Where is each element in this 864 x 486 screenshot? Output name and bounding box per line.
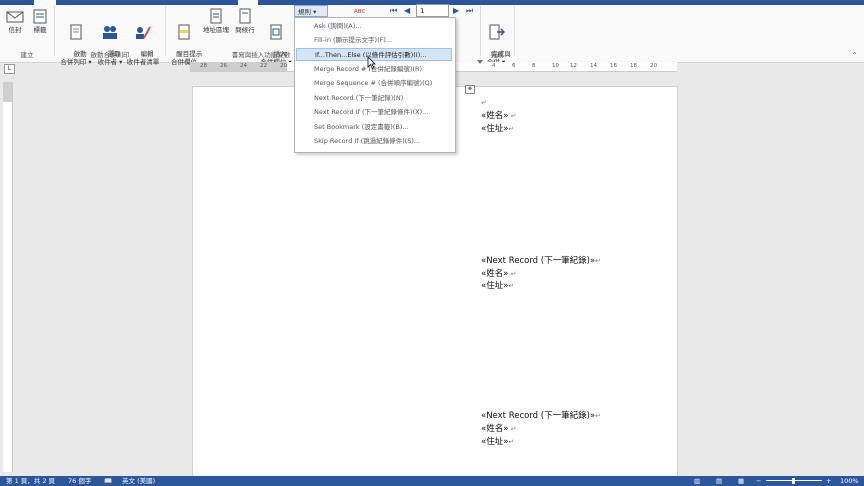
ruler-margin-top bbox=[3, 82, 12, 102]
ruler-tick: 24 bbox=[240, 63, 247, 69]
tab-selector[interactable]: L bbox=[4, 64, 15, 74]
rules-label: 規則 ▾ bbox=[298, 8, 317, 16]
highlight-icon bbox=[178, 24, 190, 40]
mouse-cursor-icon bbox=[367, 56, 376, 69]
print-layout-icon[interactable]: ▤ bbox=[716, 476, 722, 486]
greeting-line-button[interactable]: 問候行 bbox=[232, 8, 258, 34]
group-label-finish: 完成 bbox=[490, 51, 504, 59]
next-record-icon[interactable]: ▶ bbox=[453, 6, 459, 15]
ruler-tick: 12 bbox=[570, 63, 577, 69]
envelopes-button[interactable]: 信封 bbox=[4, 8, 26, 34]
record-number-input[interactable]: 1 bbox=[416, 4, 449, 17]
edit-recipients-button[interactable]: 編輯 收件者清單 bbox=[124, 8, 162, 74]
finish-merge-icon bbox=[489, 24, 505, 40]
envelopes-label: 信封 bbox=[8, 26, 22, 34]
group-label-start: 啟動合併列印 bbox=[90, 51, 130, 59]
address-block-label: 地址區塊 bbox=[203, 26, 229, 34]
zoom-level[interactable]: 100% bbox=[840, 476, 859, 486]
greeting-line-label: 問候行 bbox=[235, 26, 255, 34]
proofing-icon[interactable]: 📖 bbox=[104, 476, 112, 486]
zoom-out-icon[interactable]: − bbox=[756, 476, 761, 486]
labels-button[interactable]: 標籤 bbox=[29, 8, 51, 34]
page-count[interactable]: 第 1 頁，共 2 頁 bbox=[6, 476, 55, 486]
ruler-tick: 22 bbox=[260, 63, 267, 69]
merge-field-address[interactable]: «住址»↵ bbox=[481, 279, 514, 291]
preview-results-icon[interactable]: ABC bbox=[354, 9, 365, 15]
previous-record-icon[interactable]: ◀ bbox=[404, 6, 410, 15]
collapse-ribbon-icon[interactable]: ⌃ bbox=[851, 51, 858, 60]
next-record-field[interactable]: «Next Record (下一筆紀錄)»↵ bbox=[481, 409, 601, 421]
edit-list-icon bbox=[136, 26, 151, 39]
envelope-icon bbox=[6, 11, 24, 23]
menu-item-fill-in[interactable]: Fill-in (顯示提示文字)(F)... bbox=[296, 34, 452, 47]
group-divider bbox=[54, 6, 55, 56]
ruler-tick: 10 bbox=[552, 63, 559, 69]
word-count[interactable]: 76 個字 bbox=[68, 476, 91, 486]
ruler-tick: 18 bbox=[630, 63, 637, 69]
next-record-field[interactable]: «Next Record (下一筆紀錄)»↵ bbox=[481, 254, 601, 266]
menu-item-next-record[interactable]: Next Record (下一筆紀錄)(N) bbox=[296, 92, 452, 105]
ruler-tick: 14 bbox=[590, 63, 597, 69]
menu-item-set-bookmark[interactable]: Set Bookmark (設定書籤)(B)... bbox=[296, 121, 452, 134]
ruler-tick: 28 bbox=[200, 63, 207, 69]
read-mode-icon[interactable]: ▥ bbox=[694, 476, 700, 486]
status-bar: 第 1 頁，共 2 頁 76 個字 📖 英文 (美國) ▥ ▤ ▦ − + 10… bbox=[0, 476, 864, 486]
zoom-slider-thumb[interactable] bbox=[792, 478, 795, 484]
ruler-tick: 20 bbox=[280, 63, 287, 69]
merge-field-address[interactable]: «住址»↵ bbox=[481, 435, 514, 447]
people-icon bbox=[103, 26, 117, 39]
rules-dropdown-menu: Ask (詢問)(A)... Fill-in (顯示提示文字)(F)... If… bbox=[294, 17, 456, 153]
address-block-button[interactable]: 地址區塊 bbox=[200, 8, 232, 34]
web-layout-icon[interactable]: ▦ bbox=[738, 476, 744, 486]
menu-item-ask[interactable]: Ask (詢問)(A)... bbox=[296, 20, 452, 33]
ruler-tick: 8 bbox=[532, 63, 536, 69]
merge-field-address[interactable]: «住址»↵ bbox=[481, 122, 514, 134]
menu-item-skip-record-if[interactable]: Skip Record If (跳過紀錄條件)(S)... bbox=[296, 135, 452, 148]
group-label-create: 建立 bbox=[20, 51, 34, 59]
menu-item-merge-sequence[interactable]: Merge Sequence # (合併順序編號)(Q) bbox=[296, 77, 452, 90]
active-tab-2[interactable] bbox=[238, 0, 258, 5]
first-record-icon[interactable]: ⏮ bbox=[390, 6, 397, 16]
merge-field-name[interactable]: «姓名» ↵ bbox=[481, 267, 517, 279]
insert-field-icon bbox=[270, 24, 282, 40]
vertical-ruler[interactable] bbox=[3, 82, 13, 472]
ruler-tick: 16 bbox=[610, 63, 617, 69]
select-recipients-button[interactable]: 選取 收件者 ▾ bbox=[92, 8, 128, 74]
ruler-tick: 26 bbox=[220, 63, 227, 69]
group-divider bbox=[514, 6, 515, 56]
rules-dropdown-button[interactable]: 規則 ▾ bbox=[294, 5, 328, 17]
menu-item-next-record-if[interactable]: Next Record If (下一筆紀錄條件)(X)... bbox=[296, 106, 452, 119]
address-block-icon bbox=[210, 8, 222, 24]
greeting-icon bbox=[239, 8, 251, 24]
merge-field-name[interactable]: «姓名» ↵ bbox=[481, 422, 517, 434]
last-record-icon[interactable]: ⏭ bbox=[466, 6, 473, 16]
document-icon bbox=[70, 24, 82, 40]
labels-label: 標籤 bbox=[33, 26, 47, 34]
table-move-handle-icon[interactable]: ✥ bbox=[465, 85, 475, 94]
merge-field-name[interactable]: «姓名» ↵ bbox=[481, 109, 517, 121]
group-divider bbox=[480, 6, 481, 56]
indent-marker-icon[interactable] bbox=[477, 60, 483, 64]
ruler-tick: 20 bbox=[650, 63, 657, 69]
zoom-in-icon[interactable]: + bbox=[826, 476, 831, 486]
ruler-tick: 6 bbox=[512, 63, 516, 69]
active-tab[interactable] bbox=[34, 0, 56, 5]
labels-icon bbox=[33, 9, 47, 24]
language-indicator[interactable]: 英文 (美國) bbox=[122, 476, 155, 486]
paragraph-mark: ↵ bbox=[481, 99, 487, 107]
ruler-tick: 4 bbox=[492, 63, 496, 69]
start-mail-merge-button[interactable]: 啟動 合併列印 ▾ bbox=[58, 8, 94, 74]
